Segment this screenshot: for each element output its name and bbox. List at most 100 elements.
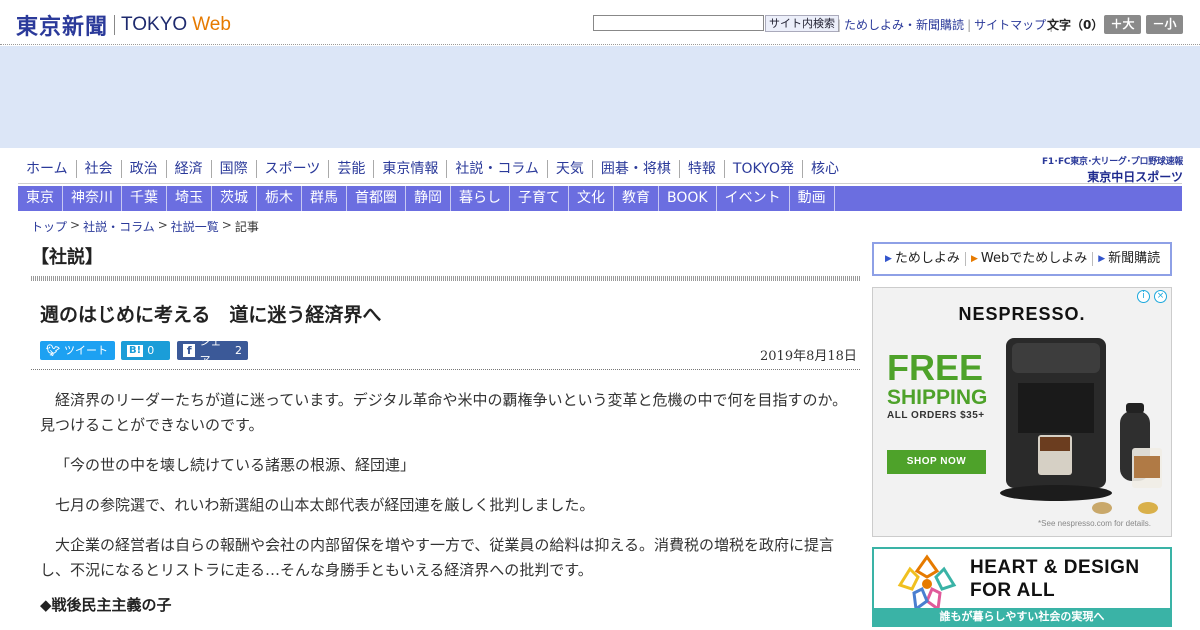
heart-design-ad[interactable]: HEART & DESIGN FOR ALL 誰もが暮らしやすい社会の実現へ — [872, 547, 1172, 627]
logo-tokyo: TOKYO — [121, 14, 188, 35]
nav-weather[interactable]: 天気 — [548, 160, 593, 178]
section-divider — [31, 276, 860, 281]
nav-tokyo-hatsu[interactable]: TOKYO発 — [725, 160, 803, 178]
ad-brand: NESPRESSO. — [958, 304, 1086, 324]
facebook-share-label: シェア — [199, 334, 222, 367]
region-tokyo[interactable]: 東京 — [18, 186, 63, 211]
ad-headline-shipping: SHIPPING — [887, 386, 988, 409]
site-search-input[interactable] — [593, 15, 764, 31]
region-parenting[interactable]: 子育て — [510, 186, 569, 211]
tweet-label: ツイート — [63, 344, 108, 357]
region-gunma[interactable]: 群馬 — [302, 186, 347, 211]
logo-jp: 東京新聞 — [16, 15, 109, 40]
nav-international[interactable]: 国際 — [212, 160, 257, 178]
region-nav: 東京 神奈川 千葉 埼玉 茨城 栃木 群馬 首都圏 静岡 暮らし 子育て 文化 … — [18, 186, 1182, 211]
font-larger-button[interactable]: ＋大 — [1104, 15, 1141, 34]
ad-choices[interactable]: i × — [1137, 290, 1167, 303]
tweet-button[interactable]: 🐦︎ ツイート — [40, 341, 115, 360]
nav-go-shogi[interactable]: 囲碁・将棋 — [593, 160, 680, 178]
region-saitama[interactable]: 埼玉 — [167, 186, 212, 211]
nav-entertainment[interactable]: 芸能 — [329, 160, 375, 178]
nav-editorial[interactable]: 社説・コラム — [447, 160, 548, 178]
article-paragraph: 経済界のリーダーたちが道に迷っています。デジタル革命や米中の覇権争いという変革と… — [40, 391, 848, 434]
nav-home[interactable]: ホーム — [18, 160, 77, 178]
hatena-count: 0 — [147, 344, 155, 357]
sidebar-link-web-trial[interactable]: ▶ Webでためしよみ — [966, 251, 1094, 266]
font-smaller-button[interactable]: －小 — [1146, 15, 1183, 34]
ad-heart-caption: 誰もが暮らしやすい社会の実現へ — [874, 608, 1170, 625]
triangle-icon: ▶ — [885, 254, 892, 264]
flower-logo-icon — [897, 554, 957, 612]
region-chiba[interactable]: 千葉 — [122, 186, 167, 211]
facebook-icon: f — [183, 344, 196, 357]
hatena-icon: B! — [127, 344, 144, 357]
nav-economy[interactable]: 経済 — [167, 160, 212, 178]
breadcrumb-editorial-list[interactable]: 社説一覧 — [171, 218, 219, 235]
coffee-machine-image — [1000, 338, 1162, 514]
region-shizuoka[interactable]: 静岡 — [406, 186, 451, 211]
ad-info-icon[interactable]: i — [1137, 290, 1150, 303]
region-book[interactable]: BOOK — [659, 186, 717, 211]
breadcrumb-current: 記事 — [234, 220, 259, 234]
article-paragraph: 「今の世の中を壊し続けている諸悪の根源、経団連」 — [55, 456, 416, 474]
region-ibaraki[interactable]: 茨城 — [212, 186, 257, 211]
article-paragraph: 大企業の経営者は自らの報酬や会社の内部留保を増やす一方で、従業員の給料は抑える。… — [40, 536, 834, 579]
sidebar-link-trial[interactable]: ▶ ためしよみ — [880, 252, 966, 266]
chunichi-sports-promo[interactable]: F1･FC東京･大リーグ･プロ野球速報 東京中日スポーツ — [1025, 154, 1183, 185]
region-tochigi[interactable]: 栃木 — [257, 186, 302, 211]
article-date: 2019年8月18日 — [760, 349, 857, 364]
breadcrumb-editorial[interactable]: 社説・コラム — [83, 218, 155, 235]
sidebar-link-label: Webでためしよみ — [980, 251, 1088, 266]
top-ad-banner[interactable] — [0, 46, 1200, 148]
sitemap-link[interactable]: サイトマップ — [974, 16, 1046, 33]
article-paragraph: 七月の参院選で、れいわ新選組の山本太郎代表が経団連を厳しく批判しました。 — [55, 496, 595, 514]
article-subheading: ◆戦後民主主義の子 — [40, 596, 172, 614]
nav-sports[interactable]: スポーツ — [257, 160, 330, 178]
nav-core[interactable]: 核心 — [803, 160, 847, 178]
ad-subline: ALL ORDERS $35+ — [887, 410, 985, 421]
facebook-share-button[interactable]: f シェア 2 — [177, 335, 248, 367]
utility-links: | ためしよみ・新聞購読 | サイトマップ | — [834, 16, 1056, 33]
region-culture[interactable]: 文化 — [569, 186, 614, 211]
site-logo[interactable]: 東京新聞 TOKYO Web — [16, 9, 231, 41]
logo-divider — [114, 15, 116, 35]
ad-heart-line1: HEART & DESIGN — [970, 557, 1140, 578]
nav-tokyo-info[interactable]: 東京情報 — [374, 160, 448, 178]
section-title: 【社説】 — [31, 247, 103, 268]
sidebar-link-subscribe[interactable]: ▶ 新聞購読 — [1093, 252, 1165, 266]
triangle-icon: ▶ — [970, 254, 978, 264]
article-body: 経済界のリーダーたちが道に迷っています。デジタル革命や米中の覇権争いという変革と… — [40, 388, 862, 618]
region-shutoken[interactable]: 首都圏 — [347, 186, 406, 211]
twitter-icon: 🐦︎ — [46, 344, 60, 357]
ad-close-icon[interactable]: × — [1154, 290, 1167, 303]
breadcrumb: トップ > 社説・コラム > 社説一覧 > 記事 — [31, 218, 259, 235]
main-nav: ホーム 社会 政治 経済 国際 スポーツ 芸能 東京情報 社説・コラム 天気 囲… — [18, 160, 847, 178]
subscribe-link[interactable]: ためしよみ・新聞購読 — [844, 16, 964, 33]
nespresso-ad[interactable]: i × NESPRESSO. FREE SHIPPING ALL ORDERS … — [872, 287, 1172, 537]
region-video[interactable]: 動画 — [790, 186, 835, 211]
region-events[interactable]: イベント — [717, 186, 790, 211]
article-divider — [31, 369, 860, 370]
article-title: 週のはじめに考える 道に迷う経済界へ — [40, 304, 382, 326]
ad-shop-now-button[interactable]: SHOP NOW — [887, 450, 986, 474]
breadcrumb-top[interactable]: トップ — [31, 218, 67, 235]
region-living[interactable]: 暮らし — [451, 186, 510, 211]
site-search-button[interactable]: サイト内検索 — [765, 15, 839, 32]
ad-heart-line2: FOR ALL — [970, 580, 1056, 601]
nav-society[interactable]: 社会 — [77, 160, 122, 178]
ad-headline-free: FREE — [887, 347, 984, 388]
sidebar-link-label: ためしよみ — [894, 251, 960, 266]
promo-line2: 東京中日スポーツ — [1087, 170, 1183, 184]
nav-special[interactable]: 特報 — [680, 160, 725, 178]
breadcrumb-separator: > — [157, 218, 168, 232]
region-education[interactable]: 教育 — [614, 186, 659, 211]
site-header: 東京新聞 TOKYO Web サイト内検索 | ためしよみ・新聞購読 | サイト… — [0, 0, 1200, 45]
logo-web: Web — [192, 14, 231, 35]
nav-politics[interactable]: 政治 — [122, 160, 167, 178]
hatena-bookmark-button[interactable]: B! 0 — [121, 341, 170, 360]
region-kanagawa[interactable]: 神奈川 — [63, 186, 122, 211]
font-size-label: 文字（0） — [1047, 18, 1104, 32]
utility-separator: | — [837, 17, 842, 32]
ad-footnote: *See nespresso.com for details. — [1038, 519, 1151, 528]
subscription-links-box: ▶ ためしよみ ▶ Webでためしよみ ▶ 新聞購読 — [872, 242, 1172, 276]
